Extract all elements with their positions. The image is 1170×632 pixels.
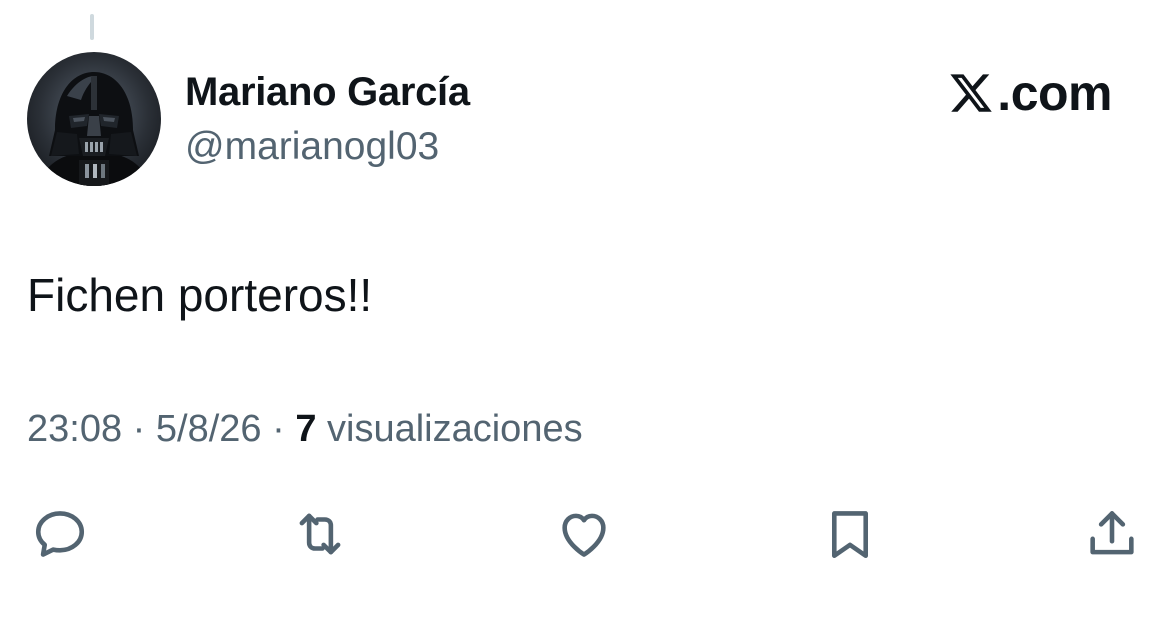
reply-button[interactable] (28, 502, 92, 566)
repost-icon (299, 513, 341, 555)
tweet-date[interactable]: 5/8/26 (156, 408, 262, 450)
bookmark-icon (831, 511, 869, 559)
darth-vader-avatar-icon (37, 72, 151, 186)
action-bar (0, 502, 1170, 566)
author-handle[interactable]: @marianogl03 (185, 125, 439, 169)
bookmark-button[interactable] (818, 502, 882, 566)
meta-separator: · (272, 408, 285, 450)
comment-icon (35, 511, 85, 557)
meta-separator: · (132, 408, 146, 450)
avatar[interactable] (27, 52, 161, 186)
brand-watermark: .com (947, 64, 1112, 122)
views-count[interactable]: 7 (295, 408, 316, 450)
share-icon (1090, 511, 1134, 555)
heart-icon (562, 513, 606, 557)
share-button[interactable] (1080, 502, 1144, 566)
thread-line (90, 14, 94, 40)
tweet-time[interactable]: 23:08 (27, 408, 122, 450)
tweet-meta: 23:08 · 5/8/26 · 7 visualizaciones (27, 408, 583, 451)
brand-suffix: .com (997, 65, 1112, 121)
repost-button[interactable] (288, 502, 352, 566)
tweet-text: Fichen porteros!! (27, 269, 373, 321)
like-button[interactable] (552, 502, 616, 566)
author-name[interactable]: Mariano García (185, 70, 470, 115)
views-label[interactable]: visualizaciones (327, 408, 583, 450)
x-logo-icon (950, 74, 993, 112)
